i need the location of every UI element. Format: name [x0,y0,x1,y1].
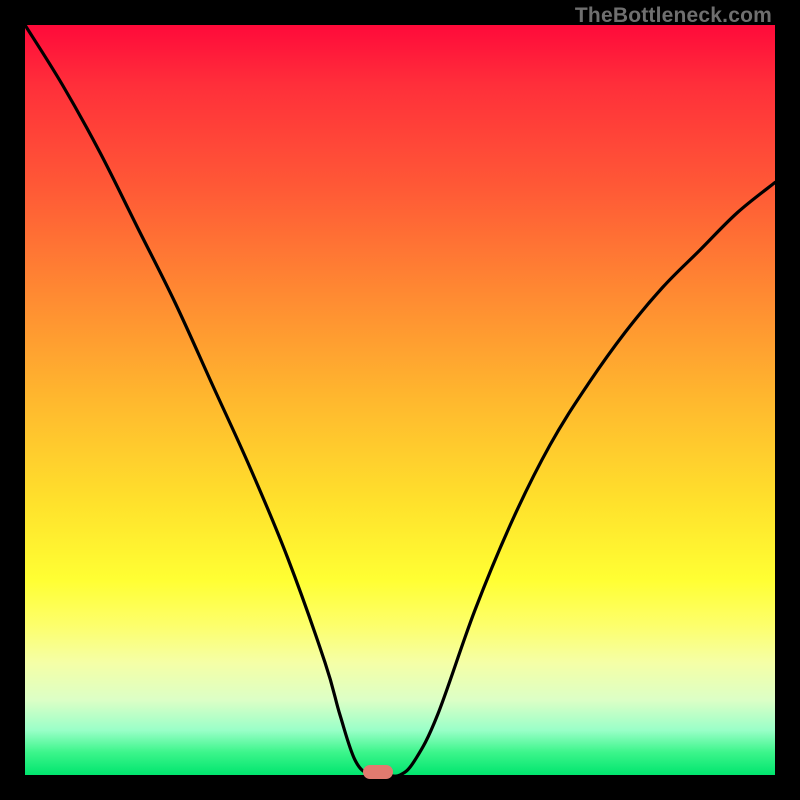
minimum-marker [363,765,393,779]
plot-area [25,25,775,775]
attribution-text: TheBottleneck.com [575,4,772,28]
chart-frame: TheBottleneck.com [0,0,800,800]
bottleneck-curve [25,25,775,775]
